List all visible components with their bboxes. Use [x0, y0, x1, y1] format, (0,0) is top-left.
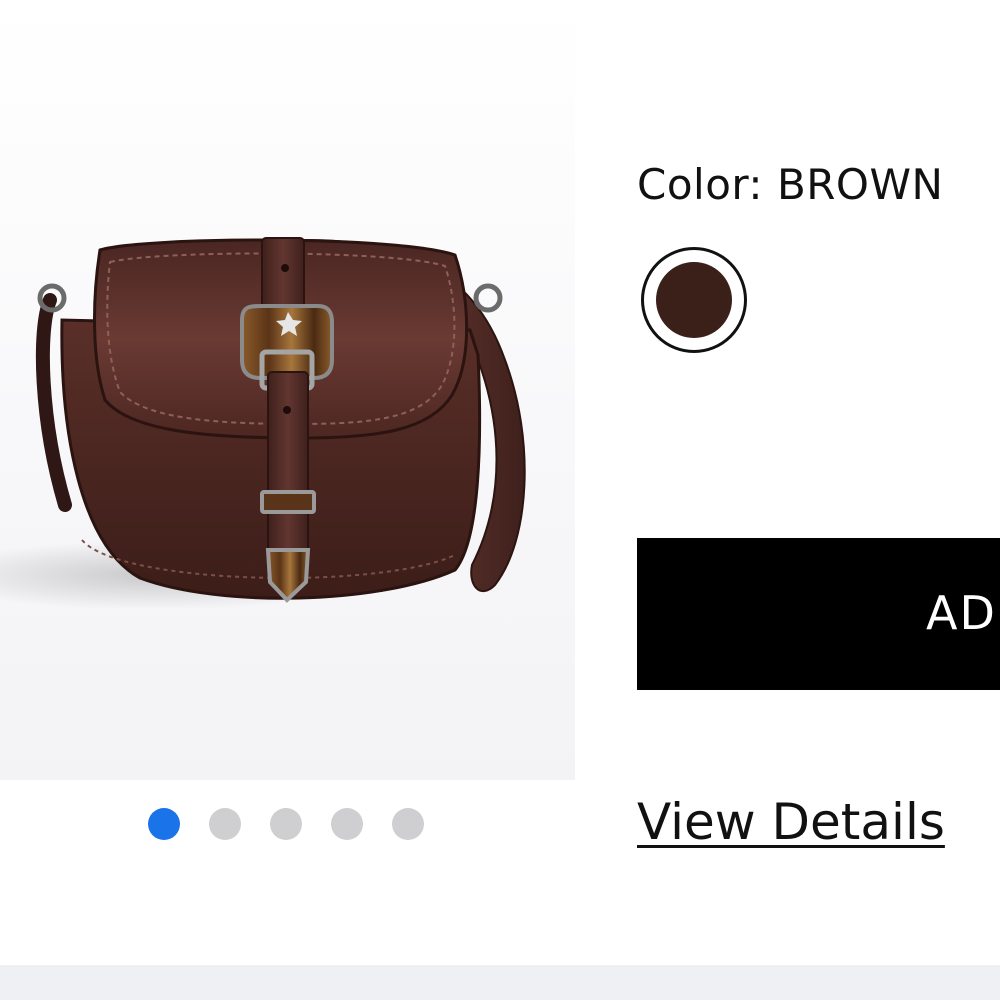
gallery-dot-1[interactable]: [148, 808, 180, 840]
gallery-pagination: [148, 808, 424, 840]
add-to-bag-button[interactable]: ADD: [637, 538, 1000, 690]
add-to-bag-label: ADD: [926, 586, 1000, 640]
color-label: Color: BROWN: [637, 160, 943, 209]
view-details-link[interactable]: View Details: [637, 793, 945, 851]
gallery-dot-3[interactable]: [270, 808, 302, 840]
color-swatch-fill: [656, 262, 732, 338]
color-swatch-brown[interactable]: [641, 247, 747, 353]
product-image-gallery[interactable]: [0, 0, 575, 780]
product-image-brown-saddle-bag: [35, 237, 526, 603]
gallery-dot-2[interactable]: [209, 808, 241, 840]
color-label-value: BROWN: [776, 160, 944, 209]
color-label-prefix: Color:: [637, 160, 764, 209]
gallery-dot-4[interactable]: [331, 808, 363, 840]
bottom-bar: [0, 965, 1000, 1000]
gallery-dot-5[interactable]: [392, 808, 424, 840]
